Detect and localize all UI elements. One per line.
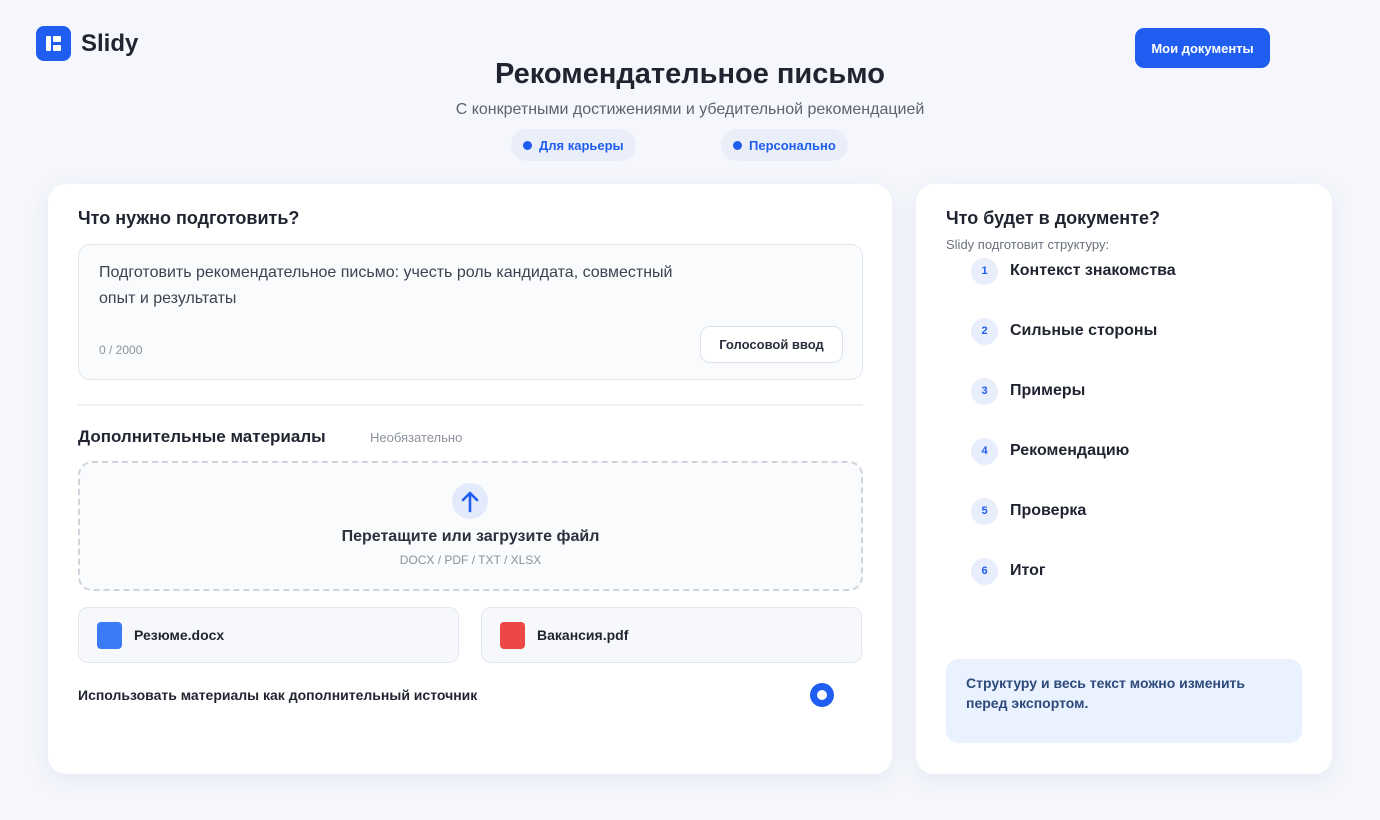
step-label: Сильные стороны bbox=[1010, 322, 1158, 339]
step-label: Примеры bbox=[1010, 382, 1086, 399]
upload-arrow-icon bbox=[452, 483, 488, 519]
outline-step: 3 Примеры bbox=[971, 377, 1085, 405]
step-label: Рекомендацию bbox=[1010, 442, 1130, 459]
outline-step: 5 Проверка bbox=[971, 497, 1086, 525]
outline-subtitle: Slidy подготовит структуру: bbox=[946, 237, 1110, 252]
outline-step: 4 Рекомендацию bbox=[971, 437, 1129, 465]
step-label: Контекст знакомства bbox=[1010, 262, 1176, 279]
page-title: Рекомендательное письмо bbox=[495, 58, 885, 90]
step-number: 1 bbox=[971, 257, 998, 285]
outline-step: 2 Сильные стороны bbox=[971, 317, 1157, 345]
outline-heading: Что будет в документе? bbox=[946, 208, 1160, 228]
file-name: Резюме.docx bbox=[134, 627, 225, 643]
file-name: Вакансия.pdf bbox=[537, 627, 629, 643]
dropzone-formats: DOCX / PDF / TXT / XLSX bbox=[399, 553, 542, 567]
edit-note: Структуру и весь текст можно изменить пе… bbox=[946, 659, 1302, 743]
step-number: 6 bbox=[971, 557, 998, 585]
step-number: 3 bbox=[971, 377, 998, 405]
attached-file-resume[interactable]: Резюме.docx bbox=[78, 607, 459, 663]
outline-step: 1 Контекст знакомства bbox=[971, 257, 1176, 285]
optional-label: Необязательно bbox=[370, 430, 463, 445]
prepare-heading: Что нужно подготовить? bbox=[78, 208, 300, 228]
divider bbox=[78, 404, 863, 406]
outline-card: Что будет в документе? Slidy подготовит … bbox=[916, 184, 1332, 774]
dropzone-title: Перетащите или загрузите файл bbox=[341, 528, 600, 545]
step-label: Проверка bbox=[1010, 502, 1087, 519]
page-subtitle: С конкретными достижениями и убедительно… bbox=[455, 101, 925, 118]
step-number: 5 bbox=[971, 497, 998, 525]
logo-icon bbox=[36, 26, 71, 61]
step-label: Итог bbox=[1010, 562, 1046, 579]
outline-step: 6 Итог bbox=[971, 557, 1046, 585]
docx-file-icon bbox=[97, 621, 122, 649]
chip-label: Персонально bbox=[749, 137, 836, 153]
use-materials-label: Использовать материалы как дополнительны… bbox=[78, 687, 478, 703]
input-card: Что нужно подготовить? Подготовить реком… bbox=[48, 184, 892, 774]
request-text[interactable]: Подготовить рекомендательное письмо: уче… bbox=[99, 260, 699, 312]
tag-chip-career: Для карьеры bbox=[511, 129, 636, 161]
dot-icon bbox=[733, 140, 742, 150]
attached-file-vacancy[interactable]: Вакансия.pdf bbox=[481, 607, 862, 663]
voice-input-button[interactable]: Голосовой ввод bbox=[700, 326, 843, 363]
char-counter: 0 / 2000 bbox=[99, 343, 143, 357]
tag-chip-personal: Персонально bbox=[721, 129, 848, 161]
pdf-file-icon bbox=[500, 621, 525, 649]
materials-heading: Дополнительные материалы bbox=[78, 427, 326, 446]
step-number: 2 bbox=[971, 317, 998, 345]
dot-icon bbox=[523, 140, 532, 150]
app-name: Slidy bbox=[81, 29, 139, 57]
file-dropzone[interactable]: Перетащите или загрузите файл DOCX / PDF… bbox=[78, 461, 863, 591]
request-textarea[interactable]: Подготовить рекомендательное письмо: уче… bbox=[78, 244, 863, 380]
chip-label: Для карьеры bbox=[539, 137, 624, 153]
use-materials-radio[interactable] bbox=[810, 683, 834, 707]
step-number: 4 bbox=[971, 437, 998, 465]
app-logo[interactable]: Slidy bbox=[36, 26, 138, 61]
